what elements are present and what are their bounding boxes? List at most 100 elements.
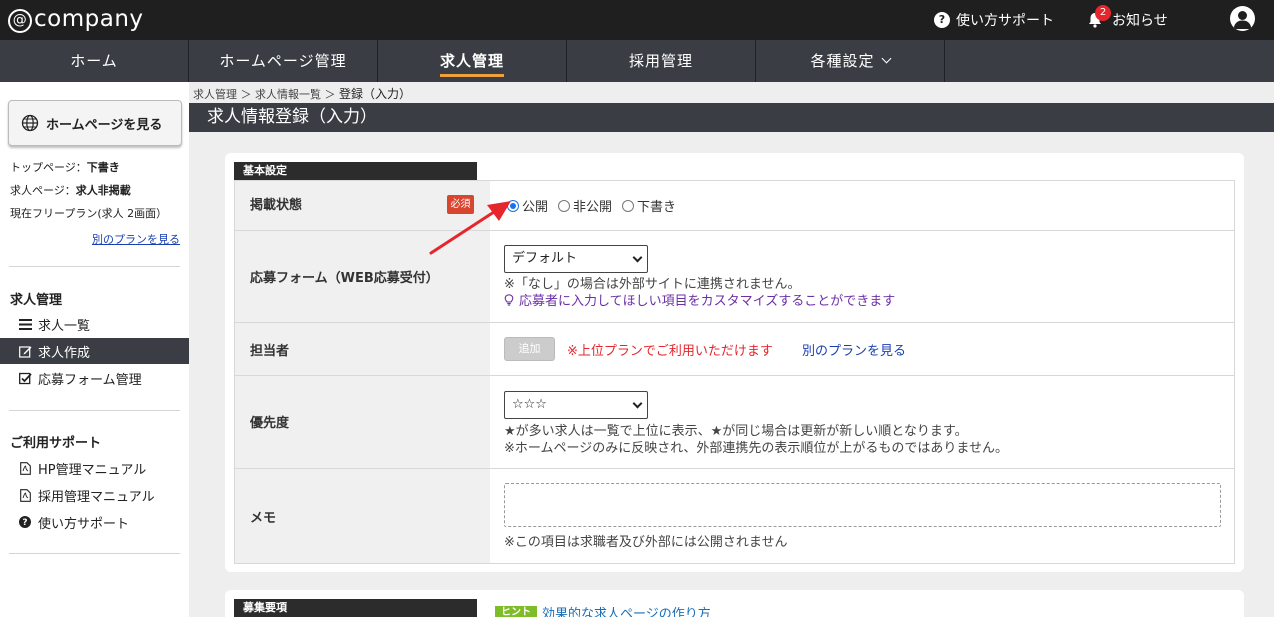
radio-private-dot[interactable] [558,199,571,212]
divider [9,266,180,267]
priority-note-2: ※ホームページのみに反映され、外部連携先の表示順位が上がるものではありません。 [504,441,1008,456]
sidebar-item-job-create[interactable]: 求人作成 [0,338,189,364]
pdf-icon [18,461,32,475]
checkbox-icon [18,371,32,385]
nav-home[interactable]: ホーム [0,40,189,82]
divider [9,553,180,554]
notice-link[interactable]: 2 お知らせ [1086,5,1168,30]
sidebar-item-application-form[interactable]: 応募フォーム管理 [0,365,189,391]
sidebar-other-plan-link[interactable]: 別のプランを見る [92,231,180,247]
svg-text:?: ? [22,518,27,528]
radio-draft[interactable]: 下書き [622,196,676,215]
field-label-cell: メモ [235,469,490,563]
breadcrumb-separator: ＞ [324,88,336,101]
chevron-down-icon [632,252,643,263]
form-row-application-form: 応募フォーム（WEB応募受付） デフォルト ※「なし」の場合は外部サイトに連携さ… [235,231,1234,323]
person-label: 担当者 [250,344,290,359]
form-row-status: 掲載状態 必須 公開 非公開 下書き [235,181,1234,231]
sidebar: ホームページを見る トップページ：下書き 求人ページ：求人非掲載 現在フリープラ… [0,82,189,617]
user-avatar-icon[interactable] [1230,6,1255,31]
add-person-button[interactable]: 追加 [504,337,555,361]
field-label-cell: 担当者 [235,323,490,375]
lightbulb-icon [504,293,514,306]
sidebar-item-label: 使い方サポート [38,516,130,532]
field-value-cell: ☆☆☆ ★が多い求人は一覧で上位に表示、★が同じ場合は更新が新しい順となります。… [490,376,1234,468]
field-value-cell: ※この項目は求職者及び外部には公開されません [490,469,1234,563]
basic-settings-card: 基本設定 掲載状態 必須 公開 非公開 下書き 応募フォーム（WEB応募受付） [225,153,1244,572]
sidebar-item-job-list[interactable]: 求人一覧 [0,311,189,337]
field-label-cell: 応募フォーム（WEB応募受付） [235,231,490,322]
hint-badge: ヒント [495,605,537,617]
notice-count-badge: 2 [1095,5,1111,21]
radio-private-label: 非公開 [573,200,613,215]
radio-private[interactable]: 非公開 [558,196,612,215]
section-title-basic: 基本設定 [234,162,477,180]
nav-homepage-management[interactable]: ホームページ管理 [189,40,378,82]
sidebar-item-hp-manual[interactable]: HP管理マニュアル [0,455,189,481]
status-radio-group: 公開 非公開 下書き [507,196,686,215]
sidebar-heading-job-management: 求人管理 [10,293,63,308]
bell-icon: 2 [1086,5,1111,29]
globe-icon [21,114,39,132]
basic-settings-form: 掲載状態 必須 公開 非公開 下書き 応募フォーム（WEB応募受付） デフォルト [234,180,1235,564]
sidebar-item-usage-support[interactable]: ? 使い方サポート [0,509,189,535]
pdf-icon [18,488,32,502]
priority-select[interactable]: ☆☆☆ [504,391,648,419]
radio-public-dot[interactable] [507,199,519,212]
field-label-cell: 優先度 [235,376,490,468]
question-circle-icon: ? [18,515,32,529]
required-badge: 必須 [447,195,474,214]
top-page-value: 下書き [86,161,120,174]
breadcrumb: 求人管理 ＞ 求人情報一覧 ＞ 登録（入力） [193,85,411,102]
support-link[interactable]: ? 使い方サポート [934,10,1054,30]
customize-form-link[interactable]: 応募者に入力してほしい項目をカスタマイズすることができます [504,290,895,309]
application-form-select[interactable]: デフォルト [504,245,648,273]
sidebar-heading-support: ご利用サポート [10,436,102,451]
job-page-label: 求人ページ： [10,184,76,197]
sidebar-item-label: 応募フォーム管理 [38,372,142,388]
plan-status: 現在フリープラン(求人 2画面） [10,207,168,220]
logo-at-mark: @ [8,9,32,33]
divider [9,410,180,411]
job-page-value: 求人非掲載 [75,184,131,197]
customize-form-link-label: 応募者に入力してほしい項目をカスタマイズすることができます [519,294,896,309]
sidebar-item-label: 採用管理マニュアル [38,489,155,505]
question-circle-icon: ? [934,12,950,28]
top-page-label: トップページ： [10,161,87,174]
nav-settings[interactable]: 各種設定 [756,40,945,82]
nav-recruitment-management[interactable]: 採用管理 [567,40,756,82]
sidebar-item-label: 求人一覧 [38,318,91,334]
section-title-recruitment: 募集要項 [234,599,477,617]
other-plan-link[interactable]: 別のプランを見る [802,340,906,359]
logo-text: company [34,6,144,32]
top-page-status: トップページ：下書き [10,159,120,175]
edit-icon [18,344,32,358]
radio-public[interactable]: 公開 [507,196,548,215]
top-header: @ company ? 使い方サポート 2 お知らせ [0,0,1274,40]
notice-link-label: お知らせ [1112,13,1168,29]
breadcrumb-job-list[interactable]: 求人情報一覧 [255,88,321,101]
form-row-memo: メモ ※この項目は求職者及び外部には公開されません [235,469,1234,563]
sidebar-item-recruit-manual[interactable]: 採用管理マニュアル [0,482,189,508]
field-value-cell: デフォルト ※「なし」の場合は外部サイトに連携されません。 応募者に入力してほし… [490,231,1234,322]
memo-textarea[interactable] [504,483,1221,527]
status-label: 掲載状態 [250,198,303,213]
upper-plan-note: ※上位プランでご利用いただけます [567,344,773,359]
memo-label: メモ [250,511,277,526]
nav-job-management[interactable]: 求人管理 [378,40,567,82]
page-title: 求人情報登録（入力） [189,103,1274,132]
breadcrumb-job-management[interactable]: 求人管理 [193,88,237,101]
view-homepage-button[interactable]: ホームページを見る [8,100,182,146]
application-form-label: 応募フォーム（WEB応募受付） [250,271,439,286]
sidebar-item-label: 求人作成 [38,345,91,361]
breadcrumb-current: 登録（入力） [339,87,412,101]
hint: ヒント 効果的な求人ページの作り方 [495,603,711,617]
chevron-down-icon [881,53,891,64]
hint-link[interactable]: 効果的な求人ページの作り方 [542,603,711,617]
job-page-status: 求人ページ：求人非掲載 [10,182,131,198]
company-logo[interactable]: @ company [8,6,144,33]
sidebar-item-label: HP管理マニュアル [38,462,147,478]
radio-draft-dot[interactable] [622,199,635,212]
support-link-label: 使い方サポート [956,13,1054,29]
form-row-person-in-charge: 担当者 追加 ※上位プランでご利用いただけます 別のプランを見る [235,323,1234,376]
